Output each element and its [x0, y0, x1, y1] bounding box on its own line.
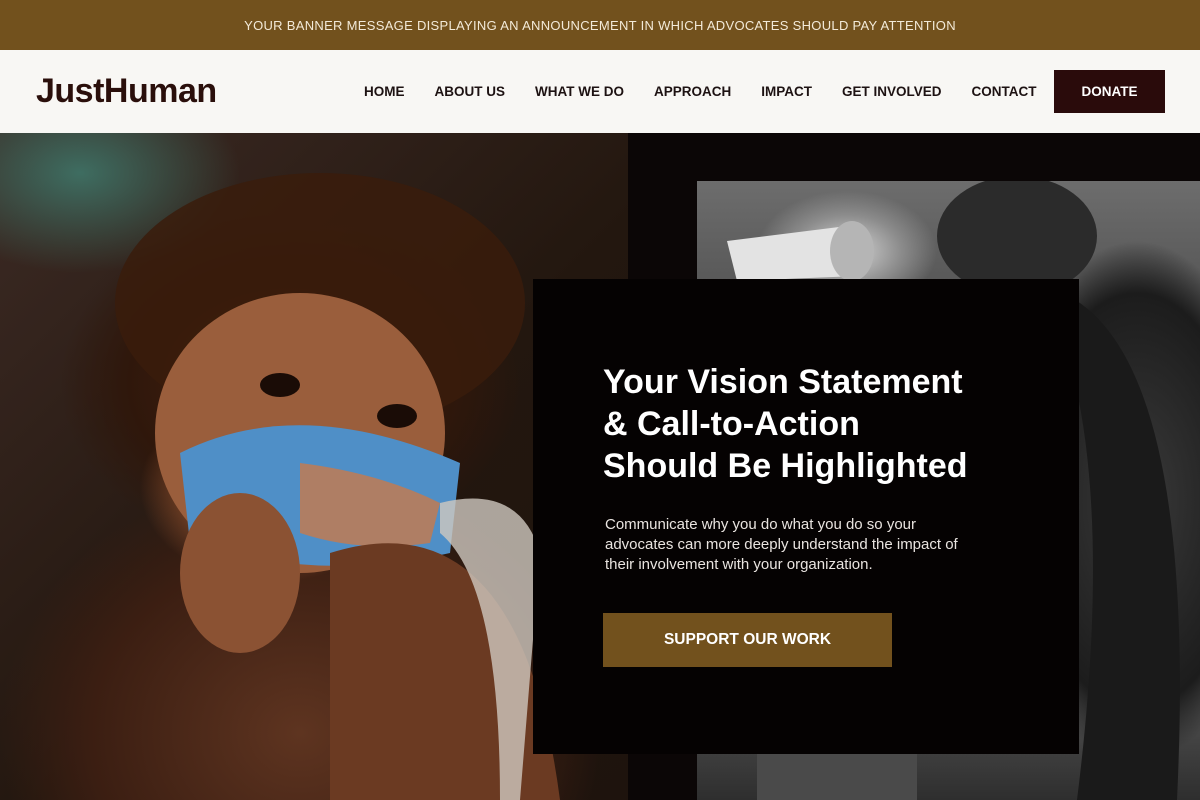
hero-description: Communicate why you do what you do so yo…	[605, 516, 958, 573]
announcement-banner: YOUR BANNER MESSAGE DISPLAYING AN ANNOUN…	[0, 0, 1200, 50]
nav-home[interactable]: HOME	[364, 84, 405, 99]
site-header: JustHuman HOME ABOUT US WHAT WE DO APPRO…	[0, 50, 1200, 133]
donate-button[interactable]: DONATE	[1054, 70, 1165, 113]
support-our-work-button[interactable]: SUPPORT OUR WORK	[603, 613, 892, 667]
hero-title: Your Vision Statement & Call-to-Action S…	[603, 363, 968, 485]
site-logo[interactable]: JustHuman	[36, 72, 217, 111]
nav-what-we-do[interactable]: WHAT WE DO	[535, 84, 624, 99]
main-nav: HOME ABOUT US WHAT WE DO APPROACH IMPACT…	[364, 84, 1067, 99]
nav-about-us[interactable]: ABOUT US	[435, 84, 506, 99]
nav-get-involved[interactable]: GET INVOLVED	[842, 84, 942, 99]
hero-card: Your Vision Statement & Call-to-Action S…	[533, 279, 1079, 754]
nav-impact[interactable]: IMPACT	[761, 84, 812, 99]
nav-approach[interactable]: APPROACH	[654, 84, 731, 99]
nav-contact[interactable]: CONTACT	[972, 84, 1037, 99]
banner-message: YOUR BANNER MESSAGE DISPLAYING AN ANNOUN…	[244, 17, 956, 33]
